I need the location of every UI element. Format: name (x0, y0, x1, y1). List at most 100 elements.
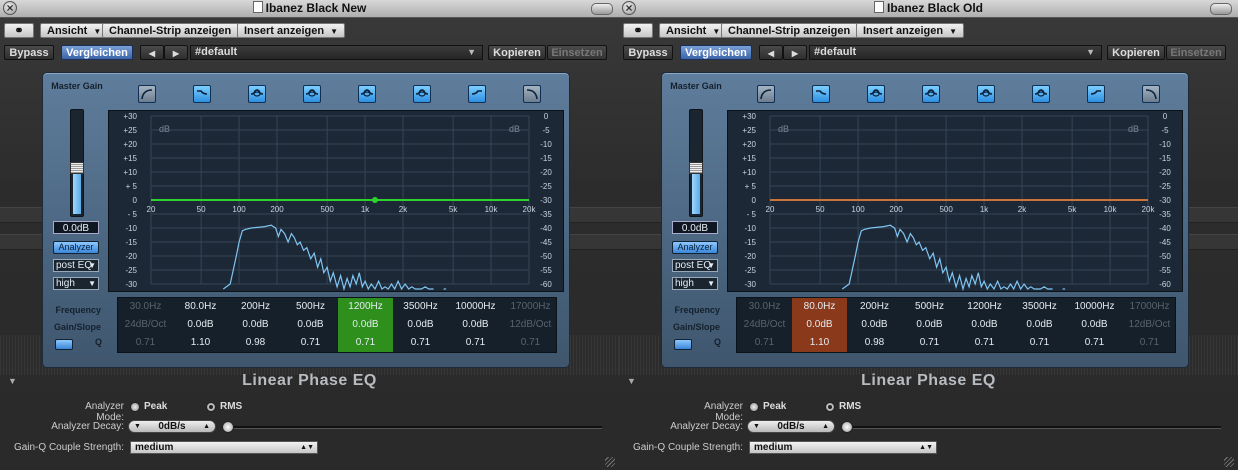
band-q-value[interactable]: 0.71 (283, 334, 338, 352)
analyzer-decay-field[interactable]: ▼ 0dB/s ▲ (747, 420, 835, 433)
preset-menu[interactable]: #default ▼ (190, 45, 483, 60)
insert-menu[interactable]: Insert anzeigen ▼ (856, 23, 964, 38)
band-q-value[interactable]: 0.98 (847, 334, 902, 352)
band-frequency-value[interactable]: 10000Hz (1067, 298, 1122, 316)
peak-radio[interactable] (130, 402, 140, 412)
band-gain-value[interactable]: 0.0dB (283, 316, 338, 334)
band-frequency-value[interactable]: 10000Hz (448, 298, 503, 316)
increment-icon[interactable]: ▲ (822, 421, 829, 432)
band-parametric-3-button[interactable] (977, 85, 995, 103)
titlebar[interactable]: × Ibanez Black Old (619, 0, 1238, 18)
couple-strength-select[interactable]: medium ▲▼ (130, 441, 318, 454)
band-gain-value[interactable]: 0.0dB (228, 316, 283, 334)
band-gain-value[interactable]: 24dB/Oct (118, 316, 173, 334)
band-q-value[interactable]: 0.71 (503, 334, 558, 352)
master-gain-fader[interactable] (70, 109, 84, 217)
master-gain-value[interactable]: 0.0dB (53, 221, 99, 234)
copy-button[interactable]: Kopieren (488, 45, 546, 60)
next-preset-button[interactable]: ▶ (164, 45, 188, 60)
band-gain-value[interactable]: 0.0dB (173, 316, 228, 334)
analyzer-position-select[interactable]: post EQ ▼ (53, 259, 99, 272)
preset-menu[interactable]: #default ▼ (809, 45, 1102, 60)
band-high-cut-button[interactable] (523, 85, 541, 103)
band-parametric-2-button[interactable] (303, 85, 321, 103)
band-parametric-2-button[interactable] (922, 85, 940, 103)
master-gain-value[interactable]: 0.0dB (672, 221, 718, 234)
band-gain-value[interactable]: 0.0dB (902, 316, 957, 334)
analyzer-button[interactable]: Analyzer (672, 241, 718, 254)
analyzer-button[interactable]: Analyzer (53, 241, 99, 254)
band-gain-value[interactable]: 0.0dB (792, 316, 847, 334)
peak-radio[interactable] (749, 402, 759, 412)
band-gain-value[interactable]: 12dB/Oct (503, 316, 558, 334)
band-gain-value[interactable]: 24dB/Oct (737, 316, 792, 334)
eq-graph[interactable]: +30 +25 +20 +15 +10 + 5 0 - 5 -10 -15 -20 -25 -30 0 -5… (108, 110, 564, 292)
bypass-button[interactable]: Bypass (623, 45, 673, 60)
decrement-icon[interactable]: ▼ (134, 421, 141, 432)
band-parametric-1-button[interactable] (248, 85, 266, 103)
band-q-value[interactable]: 1.10 (792, 334, 847, 352)
view-menu[interactable]: Ansicht ▼ (659, 23, 728, 38)
analyzer-decay-slider[interactable] (222, 426, 602, 429)
resize-grip-icon[interactable] (1224, 457, 1234, 467)
fader-handle[interactable] (70, 162, 84, 175)
band-frequency-value[interactable]: 1200Hz (338, 298, 393, 316)
paste-button[interactable]: Einsetzen (1166, 45, 1226, 60)
analyzer-decay-slider-knob[interactable] (222, 421, 234, 433)
band-parametric-3-button[interactable] (358, 85, 376, 103)
band-frequency-value[interactable]: 200Hz (847, 298, 902, 316)
toolbar-toggle-button[interactable] (591, 3, 613, 15)
band-q-value[interactable]: 0.98 (228, 334, 283, 352)
band-gain-value[interactable]: 0.0dB (847, 316, 902, 334)
band-parametric-1-button[interactable] (867, 85, 885, 103)
band-q-value[interactable]: 0.71 (118, 334, 173, 352)
eq-graph[interactable]: +30 +25 +20 +15 +10 + 5 0 - 5 -10 -15 -20 -25 -30 0 -5… (727, 110, 1183, 292)
band-frequency-value[interactable]: 17000Hz (1122, 298, 1177, 316)
band-q-value[interactable]: 0.71 (338, 334, 393, 352)
band-q-value[interactable]: 0.71 (1122, 334, 1177, 352)
band-q-value[interactable]: 0.71 (1067, 334, 1122, 352)
band-gain-value[interactable]: 0.0dB (1012, 316, 1067, 334)
copy-button[interactable]: Kopieren (1107, 45, 1165, 60)
next-preset-button[interactable]: ▶ (783, 45, 807, 60)
band-gain-value[interactable]: 0.0dB (957, 316, 1012, 334)
band-q-value[interactable]: 0.71 (957, 334, 1012, 352)
channel-strip-menu[interactable]: Channel-Strip anzeigen▼ (102, 23, 253, 38)
analyzer-decay-field[interactable]: ▼ 0dB/s ▲ (128, 420, 216, 433)
prev-preset-button[interactable]: ◀ (759, 45, 783, 60)
master-gain-fader[interactable] (689, 109, 703, 217)
band-high-shelf-button[interactable] (468, 85, 486, 103)
band-high-shelf-button[interactable] (1087, 85, 1105, 103)
compare-button[interactable]: Vergleichen (680, 45, 752, 60)
resize-grip-icon[interactable] (605, 457, 615, 467)
band-frequency-value[interactable]: 80.0Hz (792, 298, 847, 316)
band-parametric-4-button[interactable] (1032, 85, 1050, 103)
band-low-cut-button[interactable] (757, 85, 775, 103)
band-q-value[interactable]: 0.71 (448, 334, 503, 352)
band-gain-value[interactable]: 0.0dB (1067, 316, 1122, 334)
band-low-shelf-button[interactable] (812, 85, 830, 103)
rms-radio[interactable] (206, 402, 216, 412)
band-q-value[interactable]: 1.10 (173, 334, 228, 352)
band-frequency-value[interactable]: 80.0Hz (173, 298, 228, 316)
band-frequency-value[interactable]: 17000Hz (503, 298, 558, 316)
view-menu[interactable]: Ansicht ▼ (40, 23, 109, 38)
prev-preset-button[interactable]: ◀ (140, 45, 164, 60)
band-frequency-value[interactable]: 200Hz (228, 298, 283, 316)
band-q-value[interactable]: 0.71 (902, 334, 957, 352)
increment-icon[interactable]: ▲ (203, 421, 210, 432)
band-q-value[interactable]: 0.71 (393, 334, 448, 352)
link-button[interactable]: ⚭ (4, 23, 34, 38)
band-gain-value[interactable]: 0.0dB (448, 316, 503, 334)
band-high-cut-button[interactable] (1142, 85, 1160, 103)
gain-q-link-button[interactable] (674, 339, 692, 350)
insert-menu[interactable]: Insert anzeigen ▼ (237, 23, 345, 38)
band-frequency-value[interactable]: 3500Hz (1012, 298, 1067, 316)
analyzer-resolution-select[interactable]: high ▼ (53, 277, 99, 290)
titlebar[interactable]: × Ibanez Black New (0, 0, 619, 18)
analyzer-decay-slider-knob[interactable] (841, 421, 853, 433)
bypass-button[interactable]: Bypass (4, 45, 54, 60)
fader-handle[interactable] (689, 162, 703, 175)
band-low-cut-button[interactable] (138, 85, 156, 103)
band-q-value[interactable]: 0.71 (737, 334, 792, 352)
